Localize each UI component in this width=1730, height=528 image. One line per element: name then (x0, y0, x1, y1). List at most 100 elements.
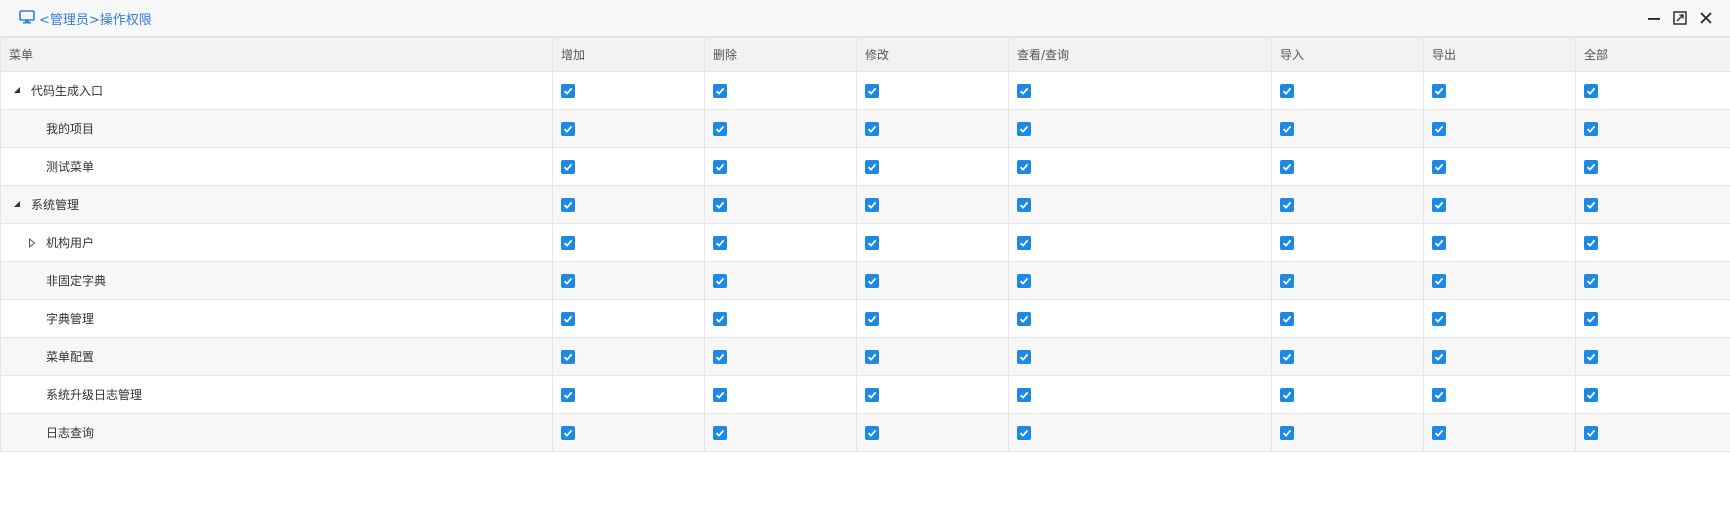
permission-checkbox[interactable] (1017, 273, 1031, 288)
permission-checkbox[interactable] (1584, 311, 1598, 326)
permission-checkbox[interactable] (713, 311, 727, 326)
column-header-1[interactable]: 增加 (552, 37, 705, 72)
permission-checkbox[interactable] (713, 83, 727, 98)
permission-checkbox[interactable] (1432, 235, 1446, 250)
permission-checkbox[interactable] (1432, 425, 1446, 440)
permission-checkbox[interactable] (1584, 387, 1598, 402)
permission-checkbox[interactable] (561, 311, 575, 326)
permission-checkbox[interactable] (1280, 197, 1294, 212)
permission-checkbox[interactable] (1584, 159, 1598, 174)
permission-checkbox[interactable] (561, 121, 575, 136)
menu-name-cell: 系统升级日志管理 (0, 375, 553, 414)
permission-cell (856, 375, 1009, 414)
permission-checkbox[interactable] (561, 349, 575, 364)
maximize-button[interactable] (1670, 9, 1690, 29)
permission-checkbox[interactable] (1432, 159, 1446, 174)
permission-checkbox[interactable] (1280, 159, 1294, 174)
permission-checkbox[interactable] (1584, 121, 1598, 136)
permission-checkbox[interactable] (1017, 349, 1031, 364)
permission-checkbox[interactable] (1280, 273, 1294, 288)
permission-cell (1423, 413, 1576, 452)
permission-checkbox[interactable] (1280, 235, 1294, 250)
permission-checkbox[interactable] (1017, 159, 1031, 174)
permission-grid: 菜单 增加 删除 修改 查看/查询 导入 导出 全部 代码生成入口 我的项目 测试菜单 系统管理 机构… (0, 37, 1730, 452)
permission-cell (1423, 109, 1576, 148)
permission-checkbox[interactable] (1017, 235, 1031, 250)
permission-checkbox[interactable] (1432, 387, 1446, 402)
permission-checkbox[interactable] (561, 425, 575, 440)
permission-checkbox[interactable] (1017, 311, 1031, 326)
permission-checkbox[interactable] (865, 349, 879, 364)
column-header-0[interactable]: 菜单 (0, 37, 553, 72)
permission-checkbox[interactable] (1017, 121, 1031, 136)
permission-checkbox[interactable] (561, 235, 575, 250)
permission-checkbox[interactable] (713, 121, 727, 136)
column-header-7[interactable]: 全部 (1575, 37, 1730, 72)
permission-checkbox[interactable] (865, 159, 879, 174)
permission-checkbox[interactable] (1584, 349, 1598, 364)
permission-checkbox[interactable] (1017, 83, 1031, 98)
permission-cell (856, 185, 1009, 224)
tree-expanded-icon[interactable] (13, 200, 23, 210)
tree-collapsed-icon[interactable] (28, 237, 38, 248)
permission-checkbox[interactable] (865, 121, 879, 136)
permission-checkbox[interactable] (561, 387, 575, 402)
permission-cell (552, 299, 705, 338)
permission-checkbox[interactable] (1432, 121, 1446, 136)
permission-checkbox[interactable] (1017, 197, 1031, 212)
column-header-3[interactable]: 修改 (856, 37, 1009, 72)
permission-checkbox[interactable] (1584, 197, 1598, 212)
tree-node: 我的项目 (9, 111, 544, 147)
minimize-button[interactable] (1644, 9, 1664, 29)
permission-cell (856, 147, 1009, 186)
close-button[interactable] (1696, 9, 1716, 29)
permission-checkbox[interactable] (1280, 387, 1294, 402)
permission-checkbox[interactable] (1017, 387, 1031, 402)
permission-cell (1271, 261, 1424, 300)
permission-checkbox[interactable] (713, 425, 727, 440)
permission-checkbox[interactable] (713, 159, 727, 174)
column-header-2[interactable]: 删除 (704, 37, 857, 72)
tree-expanded-icon[interactable] (13, 86, 23, 96)
permission-checkbox[interactable] (713, 387, 727, 402)
permission-checkbox[interactable] (1584, 83, 1598, 98)
permission-checkbox[interactable] (713, 273, 727, 288)
column-header-5[interactable]: 导入 (1271, 37, 1424, 72)
permission-checkbox[interactable] (1280, 83, 1294, 98)
permission-checkbox[interactable] (1017, 425, 1031, 440)
permission-checkbox[interactable] (1280, 121, 1294, 136)
menu-name-label: 系统管理 (31, 198, 80, 212)
permission-checkbox[interactable] (1432, 197, 1446, 212)
permission-checkbox[interactable] (865, 425, 879, 440)
permission-checkbox[interactable] (865, 197, 879, 212)
permission-checkbox[interactable] (1584, 273, 1598, 288)
permission-cell (1008, 185, 1272, 224)
permission-checkbox[interactable] (865, 387, 879, 402)
permission-checkbox[interactable] (1432, 273, 1446, 288)
column-header-6[interactable]: 导出 (1423, 37, 1576, 72)
permission-checkbox[interactable] (561, 273, 575, 288)
permission-checkbox[interactable] (865, 311, 879, 326)
permission-checkbox[interactable] (713, 197, 727, 212)
permission-checkbox[interactable] (865, 235, 879, 250)
tree-node: 机构用户 (9, 225, 544, 261)
permission-checkbox[interactable] (1280, 349, 1294, 364)
permission-checkbox[interactable] (561, 83, 575, 98)
permission-checkbox[interactable] (561, 197, 575, 212)
permission-checkbox[interactable] (713, 235, 727, 250)
permission-checkbox[interactable] (865, 83, 879, 98)
permission-checkbox[interactable] (1584, 235, 1598, 250)
permission-checkbox[interactable] (1432, 311, 1446, 326)
column-header-4[interactable]: 查看/查询 (1008, 37, 1272, 72)
permission-checkbox[interactable] (1432, 349, 1446, 364)
monitor-icon (19, 9, 39, 28)
permission-checkbox[interactable] (1584, 425, 1598, 440)
permission-cell (856, 337, 1009, 376)
permission-checkbox[interactable] (561, 159, 575, 174)
permission-checkbox[interactable] (1280, 311, 1294, 326)
permission-checkbox[interactable] (713, 349, 727, 364)
permission-checkbox[interactable] (865, 273, 879, 288)
permission-checkbox[interactable] (1432, 83, 1446, 98)
permission-checkbox[interactable] (1280, 425, 1294, 440)
